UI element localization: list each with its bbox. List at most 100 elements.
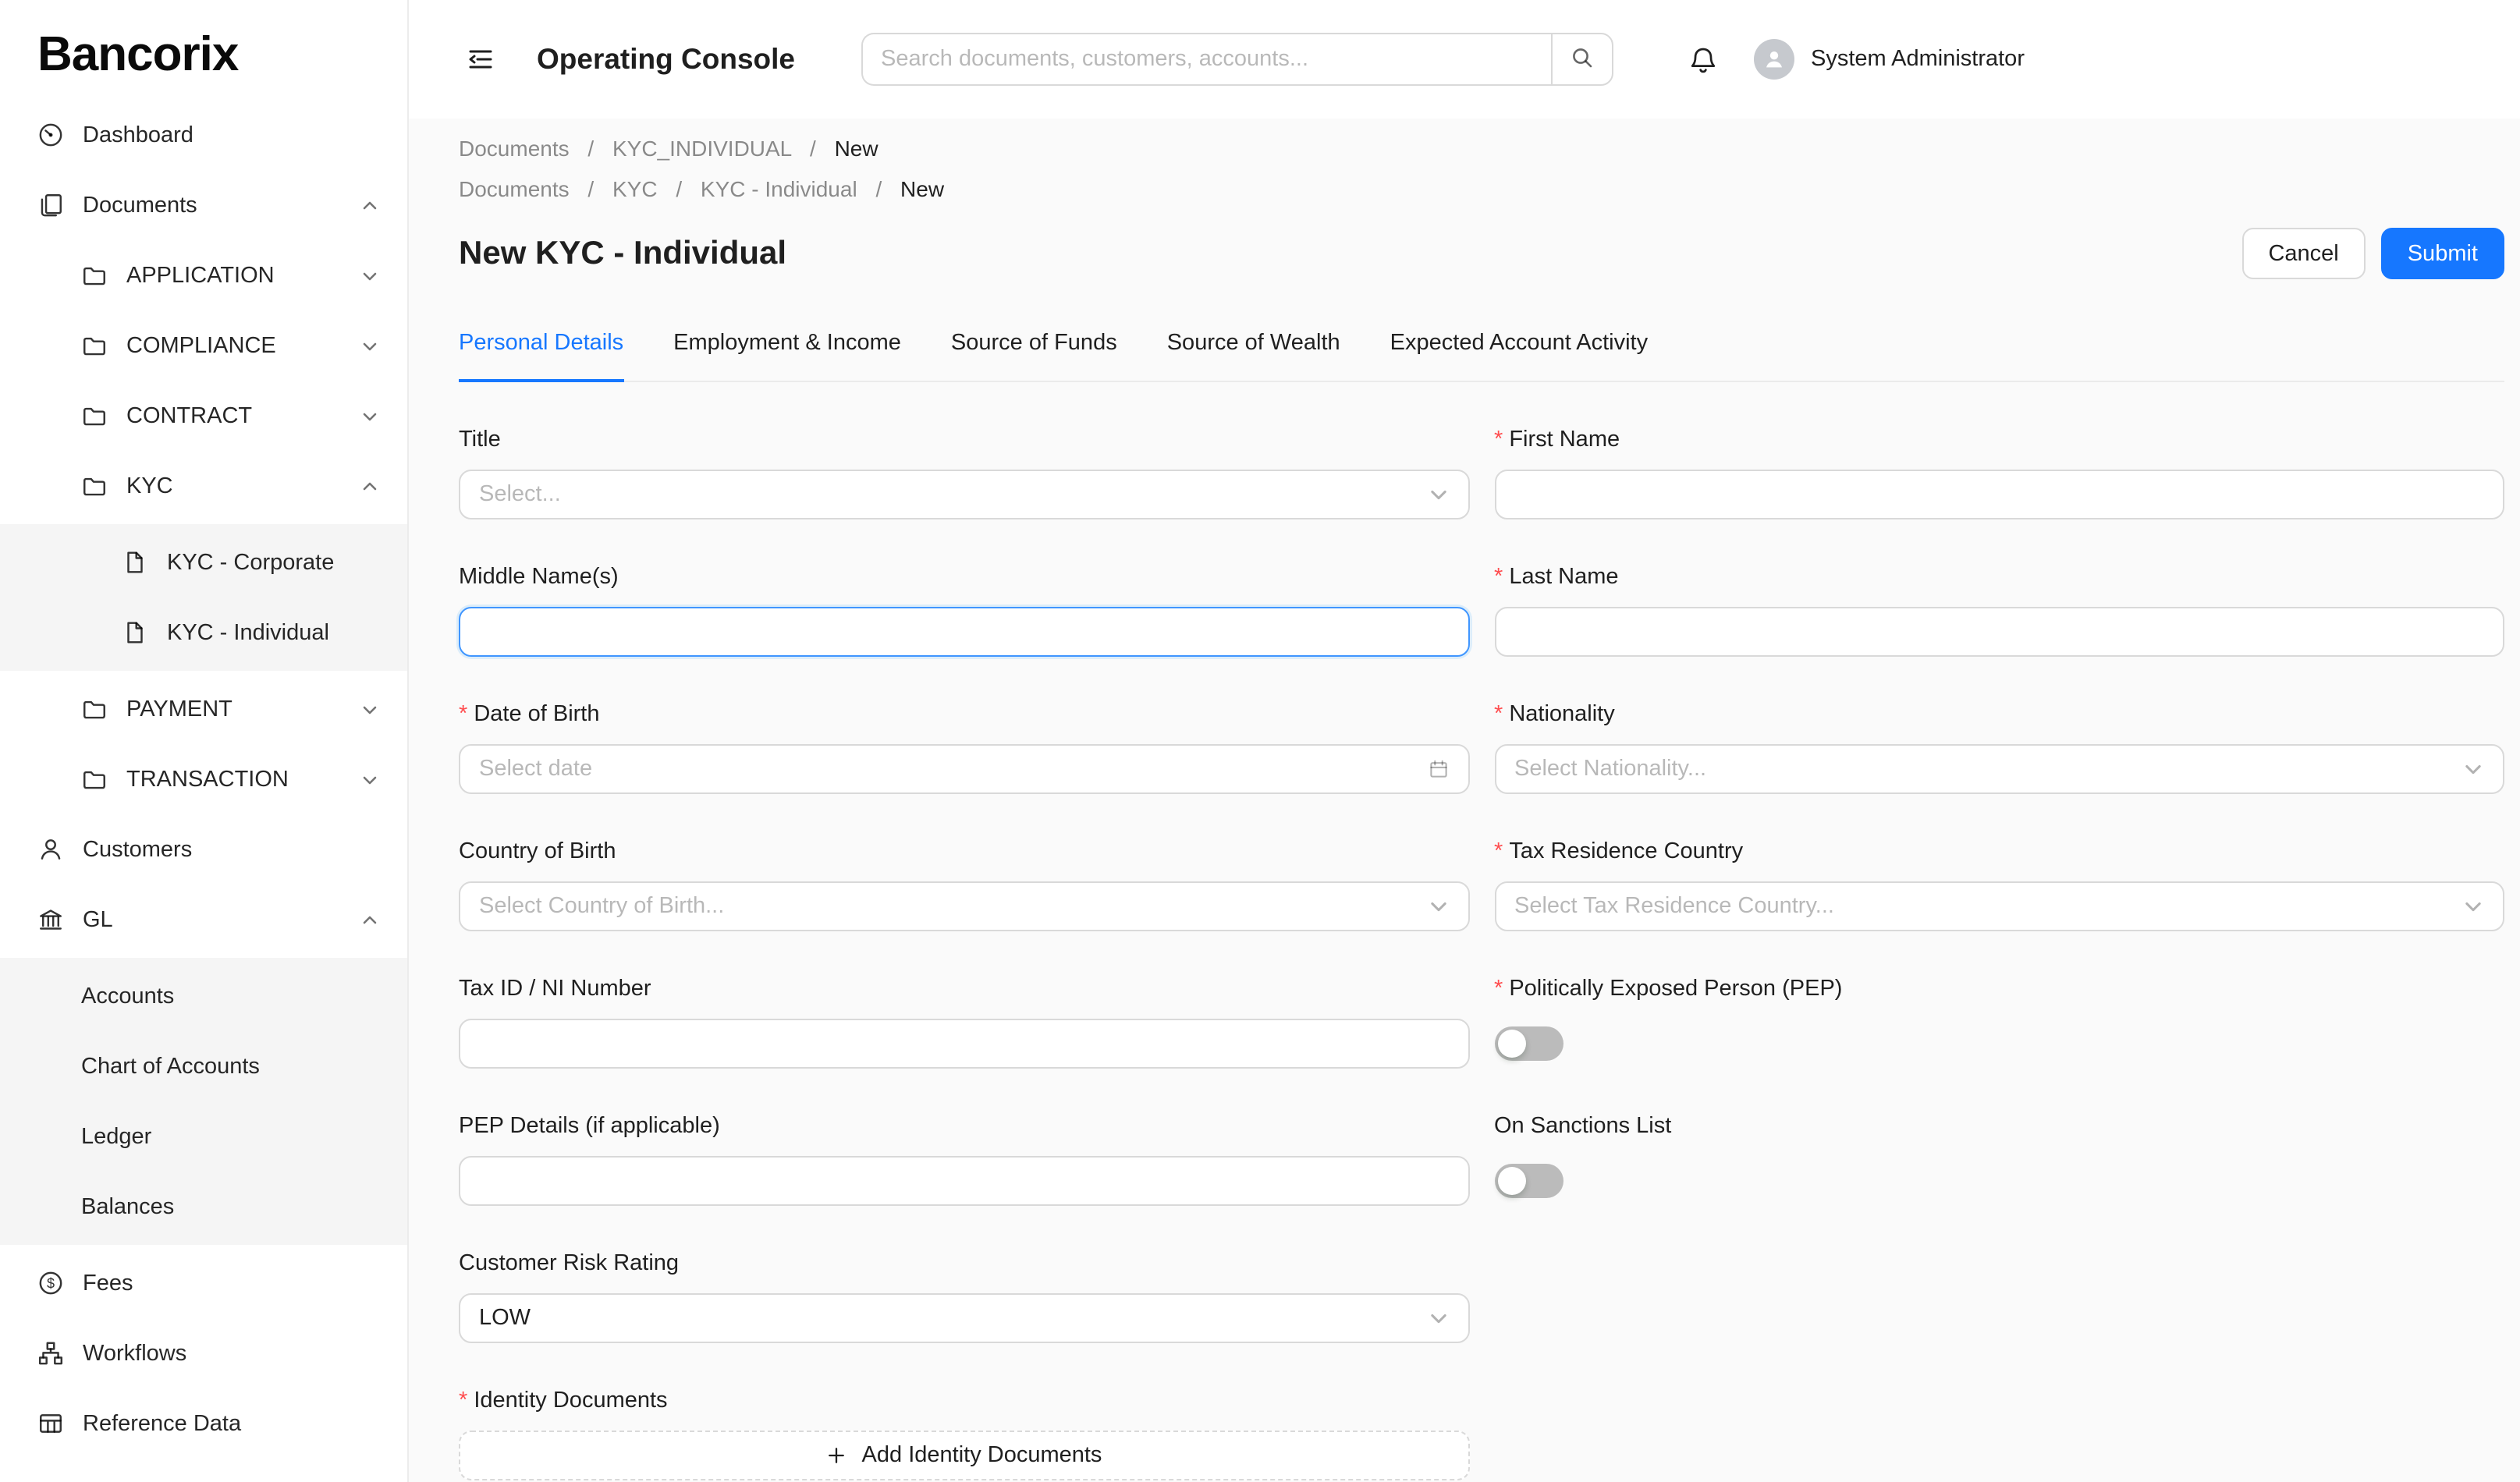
chevron-up-icon [360,196,379,214]
sidebar-item-label: GL [83,907,113,932]
customer-risk-rating-select[interactable]: LOW [459,1293,1469,1343]
field-middle-name: Middle Name(s) [459,560,1469,657]
breadcrumb-link[interactable]: KYC [612,176,658,201]
gl-submenu: Accounts Chart of Accounts Ledger Balanc… [0,958,407,1245]
sidebar-item-chart-of-accounts[interactable]: Chart of Accounts [0,1034,407,1098]
search-button[interactable] [1550,33,1613,86]
sidebar-item-reference-data[interactable]: Reference Data [0,1392,407,1455]
page-content: Documents / KYC_INDIVIDUAL / New Documen… [409,119,2520,1482]
tab-source-of-funds[interactable]: Source of Funds [951,326,1117,381]
sidebar-item-customers[interactable]: Customers [0,817,407,881]
sanctions-toggle[interactable] [1494,1164,1563,1198]
field-label: Customer Risk Rating [459,1246,1469,1281]
toggle-knob [1497,1030,1525,1058]
cancel-button[interactable]: Cancel [2241,228,2365,279]
field-label: PEP Details (if applicable) [459,1109,1469,1143]
notifications-bell-icon[interactable] [1688,44,1717,74]
tab-source-of-wealth[interactable]: Source of Wealth [1167,326,1340,381]
field-label: Title [459,423,1469,457]
tax-residence-country-select[interactable]: Select Tax Residence Country... [1494,881,2504,931]
add-identity-documents-button[interactable]: Add Identity Documents [459,1431,1469,1480]
tab-expected-account-activity[interactable]: Expected Account Activity [1390,326,1648,381]
sidebar-item-label: Documents [83,193,197,218]
select-placeholder: Select Tax Residence Country... [1514,894,1834,919]
required-marker: * [1494,427,1503,452]
folder-icon [81,766,108,792]
sidebar-item-label: Fees [83,1271,133,1296]
sidebar-item-ledger[interactable]: Ledger [0,1104,407,1168]
field-tax-residence-country: *Tax Residence Country Select Tax Reside… [1494,835,2504,931]
field-label: Country of Birth [459,835,1469,869]
sidebar-item-documents[interactable]: Documents [0,173,407,237]
search-icon [1569,44,1594,74]
sidebar-item-gl[interactable]: GL [0,888,407,952]
sidebar-item-kyc-individual[interactable]: KYC - Individual [0,601,407,665]
middle-name-input[interactable] [459,607,1469,657]
breadcrumb-link[interactable]: KYC_INDIVIDUAL [612,136,791,161]
last-name-input[interactable] [1494,607,2504,657]
sidebar-item-label: Reference Data [83,1411,241,1436]
date-placeholder: Select date [479,757,592,782]
table-icon [37,1410,64,1437]
title-row: New KYC - Individual Cancel Submit [459,228,2504,279]
breadcrumb-current: New [900,176,944,201]
required-marker: * [459,702,467,727]
sidebar-item-application[interactable]: APPLICATION [0,243,407,307]
page-actions: Cancel Submit [2241,228,2504,279]
sidebar-item-transaction[interactable]: TRANSACTION [0,747,407,811]
sidebar-item-label: KYC - Corporate [167,550,334,575]
tax-id-input[interactable] [459,1019,1469,1069]
tab-employment-income[interactable]: Employment & Income [673,326,901,381]
field-label: *First Name [1494,423,2504,457]
workflow-icon [37,1340,64,1367]
pep-toggle[interactable] [1494,1026,1563,1061]
plus-icon [826,1445,848,1466]
breadcrumb-separator: / [587,176,594,201]
menu-fold-icon[interactable] [465,44,496,75]
field-country-of-birth: Country of Birth Select Country of Birth… [459,835,1469,931]
breadcrumb-link[interactable]: Documents [459,136,570,161]
field-label: On Sanctions List [1494,1109,2504,1143]
date-of-birth-picker[interactable]: Select date [459,744,1469,794]
sidebar-item-label: Customers [83,837,192,862]
title-select[interactable]: Select... [459,470,1469,519]
breadcrumb-link[interactable]: Documents [459,176,570,201]
breadcrumb-link[interactable]: KYC - Individual [701,176,857,201]
search-input[interactable] [861,33,1550,86]
sidebar-item-kyc[interactable]: KYC [0,454,407,518]
kyc-submenu: KYC - Corporate KYC - Individual [0,524,407,671]
breadcrumb-separator: / [810,136,816,161]
sidebar-item-contract[interactable]: CONTRACT [0,384,407,448]
sidebar-item-my-tasks[interactable]: My Tasks [0,1462,407,1482]
sidebar-item-kyc-corporate[interactable]: KYC - Corporate [0,530,407,594]
sidebar-item-fees[interactable]: $ Fees [0,1251,407,1315]
user-menu[interactable]: System Administrator [1753,39,2025,80]
chevron-down-icon [360,336,379,355]
tab-personal-details[interactable]: Personal Details [459,326,623,382]
first-name-input[interactable] [1494,470,2504,519]
sidebar-item-compliance[interactable]: COMPLIANCE [0,314,407,378]
nationality-select[interactable]: Select Nationality... [1494,744,2504,794]
field-customer-risk-rating: Customer Risk Rating LOW [459,1246,1469,1343]
sidebar-item-label: Chart of Accounts [81,1054,260,1079]
sidebar-item-accounts[interactable]: Accounts [0,964,407,1028]
folder-icon [81,696,108,722]
required-marker: * [1494,565,1503,590]
chevron-down-icon [2462,895,2484,917]
chevron-down-icon [1427,895,1449,917]
country-of-birth-select[interactable]: Select Country of Birth... [459,881,1469,931]
file-icon [122,549,148,576]
sidebar-item-workflows[interactable]: Workflows [0,1321,407,1385]
sidebar-item-balances[interactable]: Balances [0,1175,407,1239]
top-header: Operating Console System Administrator [409,0,2520,119]
sidebar-item-label: COMPLIANCE [126,333,276,358]
folder-icon [81,332,108,359]
sidebar-item-payment[interactable]: PAYMENT [0,677,407,741]
pep-details-input[interactable] [459,1156,1469,1206]
required-marker: * [1494,977,1503,1002]
breadcrumb-separator: / [875,176,882,201]
select-placeholder: Select Nationality... [1514,757,1706,782]
field-title: Title Select... [459,423,1469,519]
sidebar-item-dashboard[interactable]: Dashboard [0,103,407,167]
submit-button[interactable]: Submit [2381,228,2504,279]
